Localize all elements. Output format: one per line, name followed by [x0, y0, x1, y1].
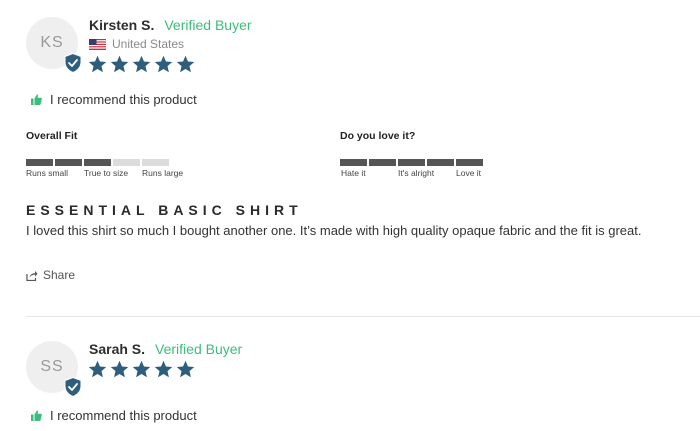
verified-buyer-label: Verified Buyer	[164, 17, 252, 33]
bar-segment	[113, 159, 140, 166]
scale-label-high: Love it	[456, 168, 482, 178]
star-icon	[154, 360, 173, 378]
share-button[interactable]: Share	[26, 268, 75, 282]
overall-fit-rating: Overall Fit Runs small True to size Runs…	[26, 130, 183, 178]
bar-segment	[340, 159, 367, 166]
star-icon	[88, 55, 107, 73]
share-label: Share	[43, 268, 76, 282]
star-rating	[88, 55, 195, 74]
recommendation: I recommend this product	[31, 408, 197, 423]
love-it-scale: Hate it It's alright Love it	[340, 168, 483, 178]
bar-segment	[26, 159, 53, 166]
star-icon	[132, 55, 151, 73]
thumbs-up-icon	[31, 410, 42, 421]
scale-label-high: Runs large	[142, 168, 184, 178]
overall-fit-label: Overall Fit	[26, 130, 78, 142]
reviewer-location: United States	[89, 37, 184, 51]
star-icon	[88, 360, 107, 378]
reviewer-header: Sarah S. Verified Buyer	[89, 341, 242, 357]
star-icon	[132, 360, 151, 378]
scale-label-low: Runs small	[26, 168, 69, 178]
bar-segment	[142, 159, 169, 166]
love-it-bar	[340, 159, 483, 166]
review-body: I loved this shirt so much I bought anot…	[26, 223, 642, 238]
thumbs-up-icon	[31, 94, 42, 105]
overall-fit-bar	[26, 159, 169, 166]
star-icon	[154, 55, 173, 73]
scale-label-mid: True to size	[84, 168, 129, 178]
review-title: ESSENTIAL BASIC SHIRT	[26, 202, 303, 218]
recommend-text: I recommend this product	[50, 92, 197, 107]
bar-segment	[369, 159, 396, 166]
review-divider	[26, 316, 700, 317]
star-icon	[176, 360, 195, 378]
scale-label-low: Hate it	[341, 168, 366, 178]
overall-fit-scale: Runs small True to size Runs large	[26, 168, 183, 178]
bar-segment	[84, 159, 111, 166]
reviewer-header: Kirsten S. Verified Buyer	[89, 17, 252, 33]
bar-segment	[55, 159, 82, 166]
us-flag-icon	[89, 38, 106, 50]
recommend-text: I recommend this product	[50, 408, 197, 423]
love-it-label: Do you love it?	[340, 130, 416, 142]
recommendation: I recommend this product	[31, 92, 197, 107]
verified-shield-icon	[64, 377, 82, 397]
share-icon	[26, 270, 38, 281]
bar-segment	[398, 159, 425, 166]
bar-segment	[427, 159, 454, 166]
verified-buyer-label: Verified Buyer	[155, 341, 243, 357]
reviewer-name: Kirsten S.	[89, 17, 155, 33]
star-rating	[88, 360, 195, 379]
scale-label-mid: It's alright	[398, 168, 435, 178]
star-icon	[110, 360, 129, 378]
star-icon	[110, 55, 129, 73]
love-it-rating: Do you love it? Hate it It's alright Lov…	[340, 130, 483, 178]
star-icon	[176, 55, 195, 73]
bar-segment	[456, 159, 483, 166]
reviewer-name: Sarah S.	[89, 341, 146, 357]
verified-shield-icon	[64, 53, 82, 73]
country-name: United States	[112, 37, 185, 51]
